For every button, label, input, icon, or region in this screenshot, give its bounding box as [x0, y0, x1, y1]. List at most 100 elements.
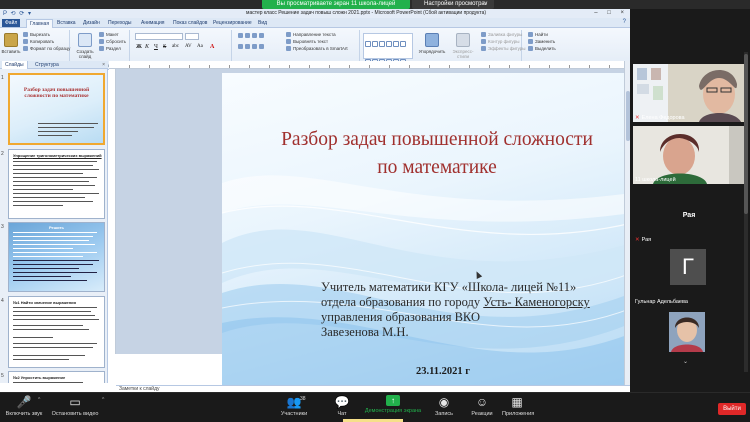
replace-button[interactable]: Заменить	[528, 39, 555, 45]
apps-button[interactable]: ▦ Приложения	[502, 395, 534, 417]
chevron-up-icon[interactable]: ^	[38, 397, 40, 403]
indent-increase-icon	[259, 33, 264, 39]
gallery-scrollbar[interactable]	[744, 52, 748, 372]
participant-tile[interactable]	[633, 310, 745, 360]
record-button[interactable]: ◉ Запись	[432, 395, 456, 417]
chat-button[interactable]: 💬 Чат	[332, 395, 352, 417]
close-icon[interactable]: ×	[102, 61, 105, 69]
chevron-down-icon: ∨	[483, 1, 488, 7]
smartart-button[interactable]: Преобразовать в SmartArt	[286, 46, 348, 52]
tab-design[interactable]: Дизайн	[80, 19, 103, 27]
tab-slides[interactable]: Слайды	[2, 61, 28, 69]
format-painter-button[interactable]: Формат по образцу	[23, 46, 70, 52]
tab-transitions[interactable]: Переходы	[105, 19, 134, 27]
find-button[interactable]: Найти	[528, 32, 548, 38]
slide-thumbnail-2[interactable]: Упрощение тригонометрических выражений	[8, 149, 105, 219]
help-icon[interactable]: ?	[623, 19, 626, 25]
leave-button[interactable]: Выйти	[718, 403, 746, 415]
notes-pane[interactable]: Заметки к слайду	[116, 385, 630, 392]
font-color-button[interactable]: A	[210, 44, 214, 50]
profile-photo	[669, 312, 705, 352]
slide-thumbnail-1[interactable]: Разбор задач повышенной сложности по мат…	[8, 73, 105, 145]
align-center-icon	[245, 44, 250, 50]
stop-video-button[interactable]: ▭ Остановить видео	[50, 395, 100, 417]
slide-title-line-1: Разбор задач повышенной сложности	[281, 129, 593, 150]
copy-button[interactable]: Копировать	[23, 39, 54, 45]
italic-button[interactable]: К	[145, 44, 149, 50]
layout-icon	[99, 32, 104, 38]
indent-decrease-icon	[252, 33, 257, 39]
shape-fill-button[interactable]: Заливка фигуры	[481, 32, 522, 38]
paste-button[interactable]: Вставить	[1, 33, 21, 54]
arrange-button[interactable]: Упорядочить	[417, 33, 447, 54]
participant-tile[interactable]: 11 школа-лицей	[633, 126, 745, 184]
char-spacing-button[interactable]: AV	[185, 44, 192, 49]
participant-display-name: Рая	[682, 212, 696, 219]
participant-tile[interactable]: ✕ Елена Федорова	[633, 64, 745, 122]
paste-icon	[4, 33, 18, 47]
body-line-3: управления образования ВКО	[321, 310, 480, 324]
align-text-button[interactable]: Выровнять текст	[286, 39, 328, 45]
text-direction-button[interactable]: Направление текста	[286, 32, 336, 38]
reset-button[interactable]: Сбросить	[99, 39, 126, 45]
tab-slideshow[interactable]: Показ слайдов	[170, 19, 210, 27]
font-name-select[interactable]	[135, 33, 183, 40]
slide-title[interactable]: Разбор задач повышенной сложности по мат…	[222, 126, 632, 182]
thumb-number: 2	[1, 151, 4, 157]
slide-thumbnail-4[interactable]: №1 Найти значение выражения	[8, 296, 105, 368]
effects-icon	[481, 46, 486, 52]
tab-insert[interactable]: Вставка	[54, 19, 79, 27]
smiley-icon: ☺	[475, 395, 489, 409]
text-direction-icon	[286, 32, 291, 38]
shape-outline-button[interactable]: Контур фигуры	[481, 39, 519, 45]
slides-panel-tabs: Слайды Структура ×	[0, 61, 108, 69]
slide-body[interactable]: Учитель математики КГУ «Школа- лицей №11…	[321, 280, 590, 340]
bold-button[interactable]: Ж	[136, 44, 142, 50]
fill-icon	[481, 32, 486, 38]
change-case-button[interactable]: Aa	[197, 44, 203, 49]
reactions-button[interactable]: ☺ Реакции	[468, 395, 496, 417]
mic-muted-icon: ✕	[635, 115, 640, 121]
select-button[interactable]: Выделить	[528, 46, 556, 52]
align-buttons[interactable]	[238, 44, 266, 50]
share-screen-button[interactable]: ↑ Демонстрация экрана	[362, 395, 424, 414]
slide-thumbnail-5[interactable]: №2 Упростить выражение	[8, 371, 105, 383]
tab-outline[interactable]: Структура	[32, 61, 62, 69]
arrange-icon	[425, 33, 439, 47]
participant-tile[interactable]: Рая ✕ Рая	[633, 188, 745, 244]
quick-styles-button[interactable]: Экспресс-стили	[448, 33, 478, 59]
meeting-toolbar: 🎤 Включить звук ^ ▭ Остановить видео ^ 👥…	[0, 392, 750, 422]
bullets-buttons[interactable]	[238, 33, 266, 39]
layout-button[interactable]: Макет	[99, 32, 119, 38]
slide-thumbnail-3[interactable]: Решить	[8, 222, 105, 292]
participant-name: 11 школа-лицей	[635, 177, 676, 183]
new-slide-button[interactable]: Создать слайд	[74, 33, 96, 59]
current-slide[interactable]: Разбор задач повышенной сложности по мат…	[222, 73, 632, 386]
chevron-up-icon[interactable]: ^	[102, 397, 104, 403]
select-icon	[528, 46, 533, 52]
underline-button[interactable]: Ч	[154, 44, 158, 50]
view-options-label: Настройки просмотра	[424, 1, 485, 7]
shapes-gallery[interactable]	[363, 33, 413, 83]
window-controls[interactable]: – □ ×	[594, 9, 628, 18]
share-banner: Вы просматриваете экран 11 школа-лицей Н…	[0, 0, 750, 9]
copy-icon	[23, 39, 28, 45]
tab-animation[interactable]: Анимация	[138, 19, 167, 27]
tab-view[interactable]: Вид	[255, 19, 270, 27]
tab-review[interactable]: Рецензирование	[210, 19, 255, 27]
tab-file[interactable]: Файл	[2, 19, 21, 27]
view-options-button[interactable]: Настройки просмотра ∨	[412, 0, 494, 9]
shadow-button[interactable]: abc	[172, 44, 179, 49]
scissors-icon	[23, 32, 28, 38]
participant-tile[interactable]: Г Гульнар Адельбаева	[633, 248, 745, 306]
binoculars-icon	[528, 32, 533, 38]
shape-effects-button[interactable]: Эффекты фигуры	[481, 46, 526, 52]
cut-button[interactable]: Вырезать	[23, 32, 50, 38]
gallery-scroll-down-icon[interactable]: ⌄	[683, 358, 688, 365]
tab-home[interactable]: Главная	[26, 19, 54, 28]
font-size-select[interactable]	[185, 33, 199, 40]
section-button[interactable]: Раздел	[99, 46, 121, 52]
thumb-number: 5	[1, 373, 4, 379]
strikethrough-button[interactable]: S	[163, 44, 166, 50]
body-line-4: Завезенова М.Н.	[321, 325, 409, 339]
